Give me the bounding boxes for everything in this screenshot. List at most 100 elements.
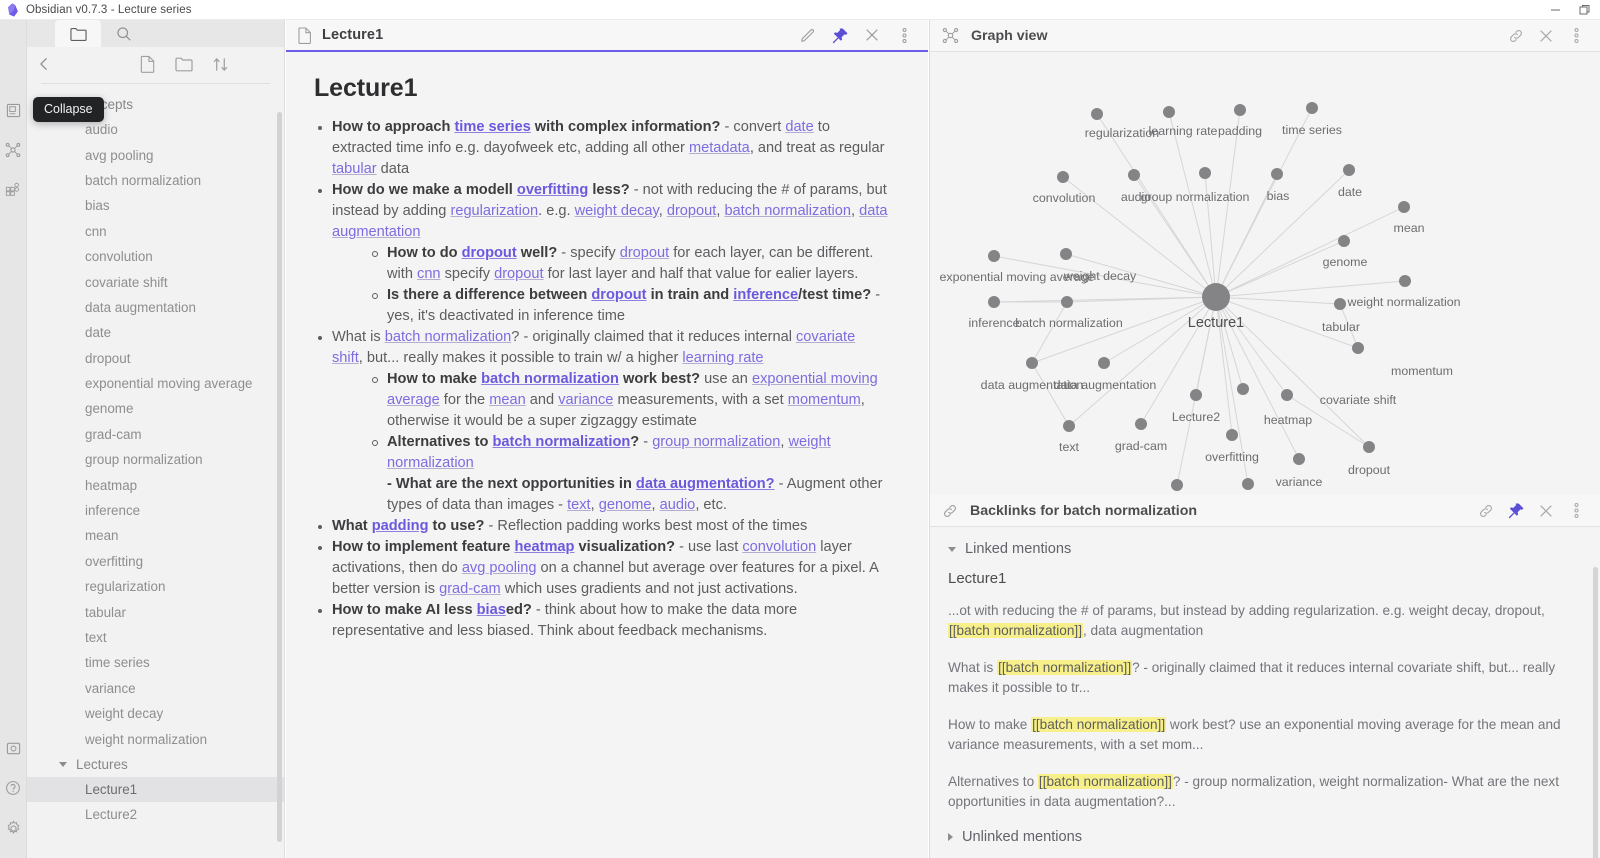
pin-icon[interactable]	[1502, 498, 1530, 524]
internal-link[interactable]: bias	[477, 602, 506, 618]
graph-node[interactable]	[1226, 429, 1238, 441]
backlinks-scrollbar[interactable]	[1593, 567, 1598, 858]
file-item[interactable]: group normalization	[27, 447, 284, 472]
file-item[interactable]: Lecture1	[27, 776, 284, 803]
file-item[interactable]: covariate shift	[27, 269, 284, 294]
file-item[interactable]: date	[27, 320, 284, 345]
graph-node[interactable]	[1234, 104, 1246, 116]
graph-view-icon[interactable]	[0, 130, 27, 170]
backlink-snippet[interactable]: How to make [[batch normalization]] work…	[948, 715, 1578, 755]
internal-link[interactable]: heatmap	[514, 539, 574, 555]
internal-link[interactable]: time series	[454, 119, 530, 135]
graph-node[interactable]	[1098, 357, 1110, 369]
file-item[interactable]: weight decay	[27, 701, 284, 726]
graph-node[interactable]	[1293, 453, 1305, 465]
graph-node[interactable]	[1190, 389, 1202, 401]
graph-node[interactable]	[1338, 235, 1350, 247]
sidebar-scrollbar[interactable]	[277, 112, 282, 842]
internal-link[interactable]: convolution	[742, 539, 816, 555]
internal-link[interactable]: momentum	[788, 392, 861, 408]
internal-link[interactable]: overfitting	[517, 182, 588, 198]
help-icon[interactable]	[0, 768, 27, 808]
file-item[interactable]: mean	[27, 523, 284, 548]
internal-link[interactable]: dropout	[494, 266, 544, 282]
internal-link[interactable]: audio	[660, 497, 696, 513]
file-item[interactable]: text	[27, 625, 284, 650]
internal-link[interactable]: grad-cam	[439, 581, 501, 597]
graph-canvas[interactable]: regularization learning rate padding time s…	[930, 52, 1600, 496]
file-item[interactable]: regularization	[27, 574, 284, 599]
graph-node[interactable]	[1060, 248, 1072, 260]
graph-node[interactable]	[1057, 171, 1069, 183]
sidebar-tab-search[interactable]	[101, 20, 147, 47]
file-item[interactable]: inference	[27, 498, 284, 523]
file-item[interactable]: avg pooling	[27, 142, 284, 167]
backlink-snippet[interactable]: ...ot with reducing the # of params, but…	[948, 601, 1578, 641]
more-vertical-icon[interactable]	[1562, 498, 1590, 524]
internal-link[interactable]: dropout	[620, 245, 670, 261]
collapse-button[interactable]	[31, 49, 57, 79]
graph-node[interactable]	[1163, 106, 1175, 118]
internal-link[interactable]: learning rate	[682, 350, 763, 366]
internal-link[interactable]: cnn	[417, 266, 441, 282]
graph-node[interactable]	[1091, 108, 1103, 120]
graph-node[interactable]	[1399, 275, 1411, 287]
graph-node[interactable]	[1352, 342, 1364, 354]
backlink-source-file[interactable]: Lecture1	[948, 570, 1578, 587]
graph-node[interactable]	[1061, 296, 1073, 308]
graph-node[interactable]	[1202, 283, 1230, 311]
internal-link[interactable]: batch normalization	[492, 434, 630, 450]
graph-node[interactable]	[1343, 164, 1355, 176]
internal-link[interactable]: variance	[558, 392, 613, 408]
file-item[interactable]: cnn	[27, 219, 284, 244]
graph-node[interactable]	[1334, 298, 1346, 310]
close-icon[interactable]	[1532, 23, 1560, 49]
file-item[interactable]: weight normalization	[27, 726, 284, 751]
internal-link[interactable]: metadata	[689, 140, 750, 156]
internal-link[interactable]: dropout	[462, 245, 517, 261]
graph-node[interactable]	[1026, 357, 1038, 369]
file-item[interactable]: dropout	[27, 346, 284, 371]
graph-node[interactable]	[988, 296, 1000, 308]
file-item[interactable]: genome	[27, 396, 284, 421]
graph-node[interactable]	[1171, 479, 1183, 491]
internal-link[interactable]: tabular	[332, 161, 377, 177]
file-item[interactable]: time series	[27, 650, 284, 675]
sort-order-button[interactable]	[203, 49, 237, 79]
internal-link[interactable]: dropout	[591, 287, 646, 303]
file-item[interactable]: heatmap	[27, 472, 284, 497]
plugins-icon[interactable]	[0, 170, 27, 210]
graph-node[interactable]	[1271, 168, 1283, 180]
open-vault-icon[interactable]	[0, 90, 27, 130]
internal-link[interactable]: weight decay	[575, 203, 659, 219]
backlink-snippet[interactable]: Alternatives to [[batch normalization]]?…	[948, 772, 1578, 812]
graph-node[interactable]	[1363, 441, 1375, 453]
file-item[interactable]: overfitting	[27, 549, 284, 574]
graph-node[interactable]	[1306, 102, 1318, 114]
internal-link[interactable]: avg pooling	[462, 560, 537, 576]
file-item[interactable]: bias	[27, 193, 284, 218]
close-icon[interactable]	[1532, 498, 1560, 524]
file-item[interactable]: exponential moving average	[27, 371, 284, 396]
internal-link[interactable]: mean	[489, 392, 526, 408]
internal-link[interactable]: padding	[372, 518, 429, 534]
linked-mentions-header[interactable]: Linked mentions	[948, 541, 1578, 557]
quick-switcher-icon[interactable]	[0, 728, 27, 768]
graph-node[interactable]	[988, 250, 1000, 262]
internal-link[interactable]: genome	[599, 497, 652, 513]
graph-node[interactable]	[1128, 169, 1140, 181]
file-item[interactable]: data augmentation	[27, 295, 284, 320]
settings-icon[interactable]	[0, 808, 27, 848]
file-item[interactable]: tabular	[27, 599, 284, 624]
graph-node[interactable]	[1281, 389, 1293, 401]
graph-node[interactable]	[1063, 420, 1075, 432]
close-icon[interactable]	[858, 22, 886, 48]
file-item[interactable]: convolution	[27, 244, 284, 269]
file-item[interactable]: variance	[27, 676, 284, 701]
graph-node[interactable]	[1242, 478, 1254, 490]
internal-link[interactable]: date	[785, 119, 813, 135]
folder-row-lectures[interactable]: Lectures	[27, 752, 284, 777]
new-note-button[interactable]	[131, 49, 165, 79]
maximize-button[interactable]	[1570, 0, 1600, 20]
more-vertical-icon[interactable]	[890, 22, 918, 48]
